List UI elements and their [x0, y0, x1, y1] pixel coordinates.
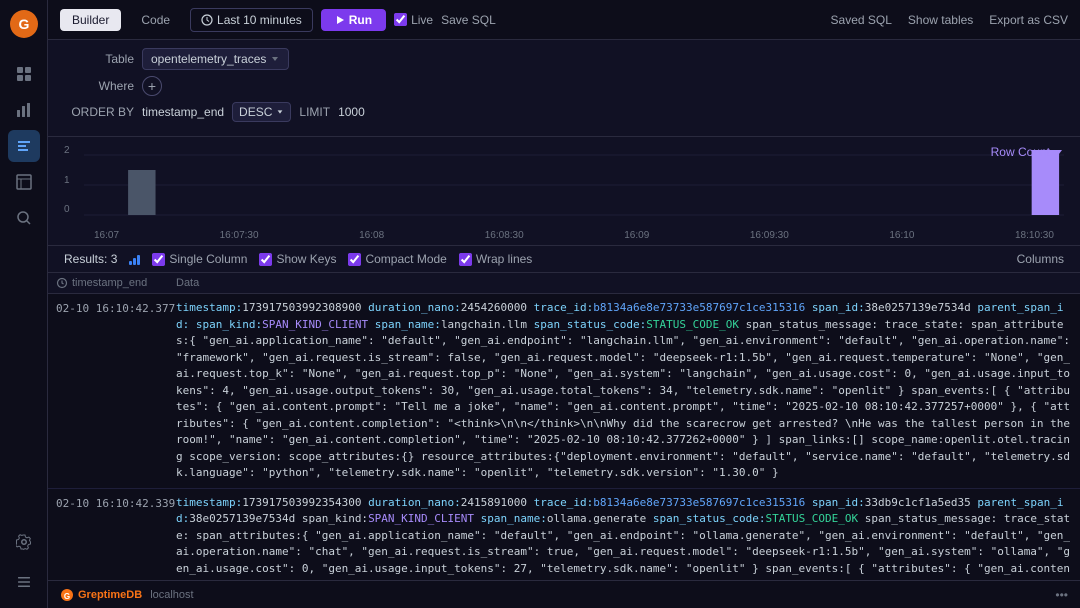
live-label: Live — [411, 13, 433, 27]
single-column-label: Single Column — [169, 252, 247, 266]
row-data-1: timestamp:173917503992308900 duration_na… — [176, 300, 1072, 482]
sidebar-icon-grid[interactable] — [8, 58, 40, 90]
sidebar-icon-table[interactable] — [8, 166, 40, 198]
svg-text:G: G — [64, 592, 70, 601]
results-count: Results: 3 — [64, 252, 117, 266]
chevron-down-icon-dir — [276, 108, 284, 116]
order-field-value: timestamp_end — [142, 105, 224, 119]
add-where-button[interactable]: + — [142, 76, 162, 96]
row-count-toggle[interactable]: Row Count — [991, 145, 1064, 159]
sidebar-icon-query[interactable] — [8, 130, 40, 162]
th-timestamp: timestamp_end — [56, 277, 176, 289]
order-row-builder: ORDER BY timestamp_end DESC LIMIT 1000 — [64, 102, 1064, 122]
table-value: opentelemetry_traces — [151, 52, 266, 66]
order-dir-value: DESC — [239, 105, 272, 119]
chevron-down-icon — [270, 54, 280, 64]
table-label: Table — [64, 52, 134, 66]
wrap-lines-checkbox[interactable] — [459, 253, 472, 266]
compact-mode-toggle[interactable]: Compact Mode — [348, 252, 446, 266]
code-tab[interactable]: Code — [129, 9, 182, 31]
th-timestamp-label: timestamp_end — [72, 277, 147, 289]
table-row: 02-10 16:10:42.377 timestamp:17391750399… — [48, 294, 1080, 489]
limit-value: 1000 — [338, 105, 365, 119]
results-number: 3 — [111, 252, 118, 266]
clock-icon-header — [56, 277, 68, 289]
chart-y-labels: 2 1 0 — [64, 145, 70, 215]
show-keys-checkbox[interactable] — [259, 253, 272, 266]
sidebar: G — [0, 0, 48, 608]
where-row-builder: Where + — [64, 76, 1064, 96]
app-logo[interactable]: G — [8, 8, 40, 40]
show-keys-toggle[interactable]: Show Keys — [259, 252, 336, 266]
connection-label: localhost — [150, 589, 193, 601]
time-range-button[interactable]: Last 10 minutes — [190, 8, 313, 32]
th-data-label: Data — [176, 277, 199, 289]
brand-name: GreptimeDB — [78, 589, 142, 601]
bottom-bar: G GreptimeDB localhost ••• — [48, 580, 1080, 608]
builder-tab[interactable]: Builder — [60, 9, 121, 31]
compact-mode-label: Compact Mode — [365, 252, 446, 266]
table-row: 02-10 16:10:42.339 timestamp:17391750399… — [48, 489, 1080, 581]
where-label: Where — [64, 79, 134, 93]
columns-button[interactable]: Columns — [1017, 252, 1064, 266]
data-table: timestamp_end Data 02-10 16:10:42.377 ti… — [48, 273, 1080, 580]
save-sql-button[interactable]: Save SQL — [441, 13, 496, 27]
wrap-lines-toggle[interactable]: Wrap lines — [459, 252, 532, 266]
single-column-toggle[interactable]: Single Column — [152, 252, 247, 266]
chevron-down-icon-chart — [1054, 147, 1064, 157]
live-toggle[interactable]: Live — [394, 13, 433, 27]
toolbar: Builder Code Last 10 minutes Run Live Sa… — [48, 0, 1080, 40]
wrap-lines-label: Wrap lines — [476, 252, 532, 266]
run-icon — [335, 15, 345, 25]
chart-svg — [84, 145, 1064, 225]
results-bar: Results: 3 Single Column Show Keys Compa… — [48, 246, 1080, 273]
sidebar-icon-settings[interactable] — [8, 526, 40, 558]
compact-mode-checkbox[interactable] — [348, 253, 361, 266]
more-options-button[interactable]: ••• — [1055, 588, 1068, 602]
order-dir-select[interactable]: DESC — [232, 102, 291, 122]
row-timestamp-2: 02-10 16:10:42.339 — [56, 495, 176, 510]
th-data: Data — [176, 277, 1072, 289]
time-range-label: Last 10 minutes — [217, 13, 302, 27]
export-csv-button[interactable]: Export as CSV — [989, 13, 1068, 27]
clock-icon — [201, 14, 213, 26]
table-select[interactable]: opentelemetry_traces — [142, 48, 289, 70]
live-checkbox[interactable] — [394, 13, 407, 26]
query-builder: Table opentelemetry_traces Where + ORDER… — [48, 40, 1080, 137]
show-tables-button[interactable]: Show tables — [908, 13, 973, 27]
table-row-builder: Table opentelemetry_traces — [64, 48, 1064, 70]
chart-area: Row Count 2 1 0 — [48, 137, 1080, 246]
show-keys-label: Show Keys — [276, 252, 336, 266]
row-data-2: timestamp:173917503992354300 duration_na… — [176, 495, 1072, 581]
saved-sql-button[interactable]: Saved SQL — [831, 13, 892, 27]
main-content: Builder Code Last 10 minutes Run Live Sa… — [48, 0, 1080, 608]
run-label: Run — [349, 13, 372, 27]
signal-icon — [129, 253, 140, 265]
order-by-label: ORDER BY — [64, 105, 134, 119]
sidebar-icon-explore[interactable] — [8, 202, 40, 234]
row-timestamp-1: 02-10 16:10:42.377 — [56, 300, 176, 315]
sidebar-icon-menu[interactable] — [8, 566, 40, 598]
brand-logo: G GreptimeDB — [60, 588, 142, 602]
row-count-label: Row Count — [991, 145, 1050, 159]
limit-label: LIMIT — [299, 105, 330, 119]
brand-icon: G — [60, 588, 74, 602]
svg-text:G: G — [18, 16, 29, 32]
toolbar-right: Saved SQL Show tables Export as CSV — [831, 13, 1068, 27]
chart-x-labels: 16:07 16:07:30 16:08 16:08:30 16:09 16:0… — [84, 230, 1064, 241]
sidebar-icon-chart[interactable] — [8, 94, 40, 126]
table-header: timestamp_end Data — [48, 273, 1080, 294]
single-column-checkbox[interactable] — [152, 253, 165, 266]
run-button[interactable]: Run — [321, 9, 386, 31]
